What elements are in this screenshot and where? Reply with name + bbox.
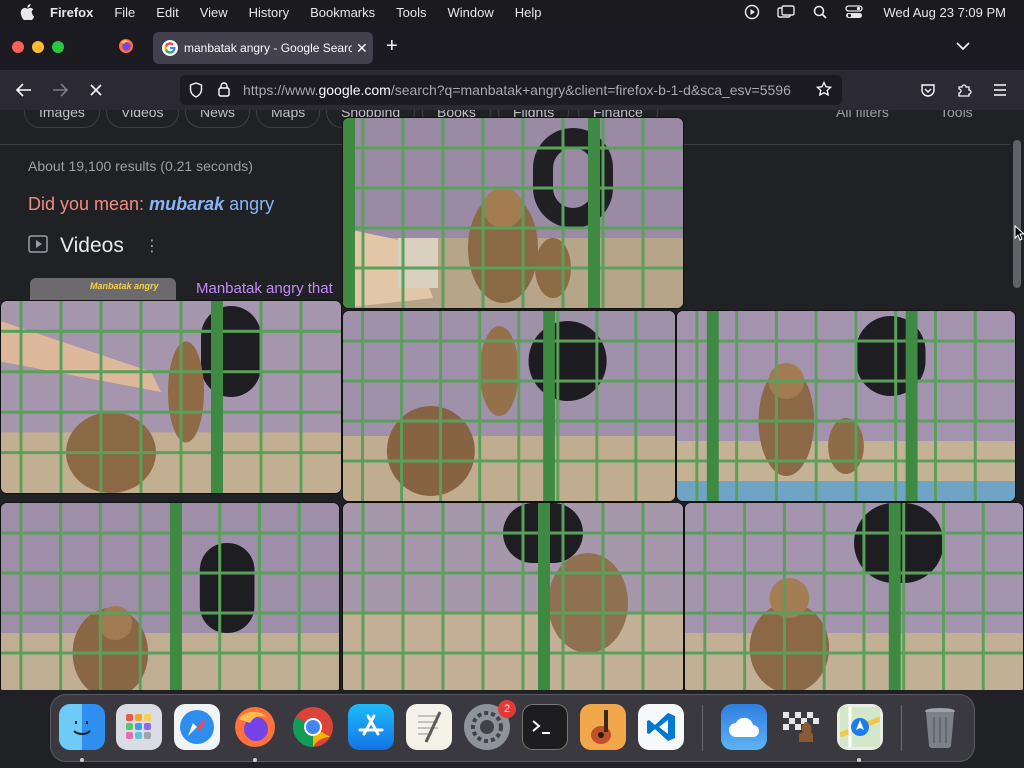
dock-textedit-icon[interactable] bbox=[406, 704, 452, 750]
dock-separator bbox=[702, 705, 703, 751]
dock-weather-icon[interactable] bbox=[721, 704, 767, 750]
dock-maps-icon[interactable] bbox=[837, 704, 883, 750]
dock-garageband-icon[interactable] bbox=[580, 704, 626, 750]
mouse-cursor-icon bbox=[1014, 224, 1024, 246]
dock-finder-icon[interactable] bbox=[59, 704, 105, 750]
video-frame-6[interactable] bbox=[342, 502, 684, 694]
dock-maps-running-dot bbox=[857, 758, 861, 762]
dock-trash-icon[interactable] bbox=[917, 704, 963, 750]
dock-terminal-icon[interactable] bbox=[522, 704, 568, 750]
dock-safari-icon[interactable] bbox=[174, 704, 220, 750]
video-frame-5[interactable] bbox=[0, 502, 340, 694]
dock-separator-2 bbox=[901, 705, 902, 751]
dock-chess-icon[interactable] bbox=[779, 704, 825, 750]
video-frame-7[interactable] bbox=[684, 502, 1024, 694]
dock-finder-running-dot bbox=[80, 758, 84, 762]
video-frame-3[interactable] bbox=[342, 310, 676, 502]
dock-firefox-icon[interactable] bbox=[232, 704, 278, 750]
dock-chrome-icon[interactable] bbox=[290, 704, 336, 750]
system-settings-badge: 2 bbox=[498, 700, 516, 718]
dock-vscode-icon[interactable] bbox=[638, 704, 684, 750]
overlay-video-frames bbox=[0, 0, 1024, 700]
dock-firefox-running-dot bbox=[253, 758, 257, 762]
dock-launchpad-icon[interactable] bbox=[116, 704, 162, 750]
dock-app-store-icon[interactable] bbox=[348, 704, 394, 750]
video-frame-4[interactable] bbox=[676, 310, 1016, 502]
video-frame-1[interactable] bbox=[342, 117, 684, 309]
video-frame-2[interactable] bbox=[0, 300, 342, 494]
